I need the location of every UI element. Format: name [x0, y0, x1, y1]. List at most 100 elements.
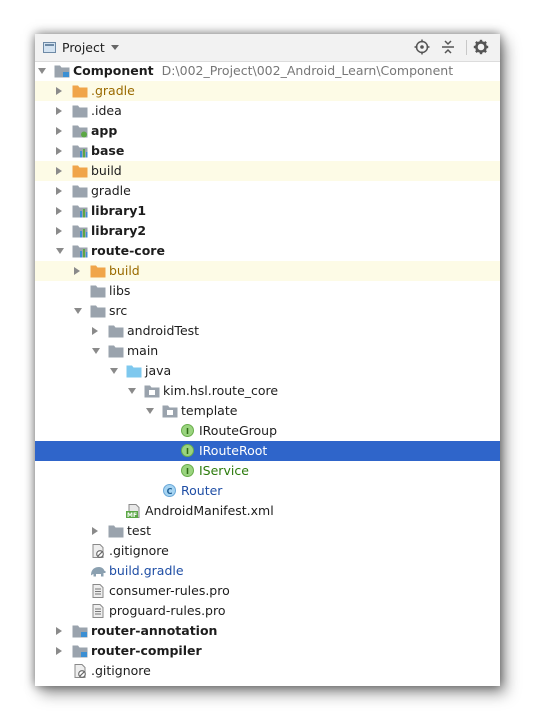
- folder-icon: [90, 305, 106, 318]
- ignore-file-icon: [74, 664, 86, 678]
- module-folder-icon: [72, 625, 88, 638]
- tree-label: consumer-rules.pro: [109, 583, 230, 598]
- tree-row-androidmanifest[interactable]: MF AndroidManifest.xml: [35, 501, 500, 521]
- excluded-folder-icon: [90, 265, 106, 278]
- tree-row-libs[interactable]: libs: [35, 281, 500, 301]
- tree-row-route-core-build[interactable]: build: [35, 261, 500, 281]
- tree-label: IService: [199, 463, 249, 478]
- collapse-icon[interactable]: [440, 39, 456, 55]
- tree-row-component[interactable]: Component D:\002_Project\002_Android_Lear…: [35, 61, 500, 81]
- chevron-right-icon[interactable]: [92, 527, 98, 535]
- tree-label: template: [181, 403, 238, 418]
- tree-row-template[interactable]: template: [35, 401, 500, 421]
- chevron-right-icon[interactable]: [56, 107, 62, 115]
- tree-label: libs: [109, 283, 131, 298]
- tree-label: route-core: [91, 243, 165, 258]
- tree-label: library2: [91, 223, 147, 238]
- tree-label: build: [109, 263, 140, 278]
- tree-row-package[interactable]: kim.hsl.route_core: [35, 381, 500, 401]
- chevron-down-icon[interactable]: [110, 368, 118, 374]
- folder-icon: [72, 185, 88, 198]
- tree-label: app: [91, 123, 118, 138]
- tree-label: library1: [91, 203, 147, 218]
- tree-label: IRouteGroup: [199, 423, 278, 438]
- tree-label: build.gradle: [109, 563, 184, 578]
- tree-label: test: [127, 523, 152, 538]
- chevron-down-icon[interactable]: [92, 348, 100, 354]
- folder-icon: [108, 345, 124, 358]
- project-view-selector[interactable]: Project: [62, 40, 105, 55]
- tree-row-androidtest[interactable]: androidTest: [35, 321, 500, 341]
- manifest-file-icon: MF: [126, 504, 140, 518]
- tree-label: IRouteRoot: [199, 443, 268, 458]
- tree-row-router[interactable]: C Router: [35, 481, 500, 501]
- gradle-elephant-icon: [91, 567, 106, 577]
- tree-row-gradle[interactable]: gradle: [35, 181, 500, 201]
- chevron-right-icon[interactable]: [56, 207, 62, 215]
- tree-row-gitignore[interactable]: .gitignore: [35, 541, 500, 561]
- excluded-folder-icon: [72, 85, 88, 98]
- tree-row-src[interactable]: src: [35, 301, 500, 321]
- tree-label: proguard-rules.pro: [109, 603, 226, 618]
- tree-row-library2[interactable]: library2: [35, 221, 500, 241]
- chevron-right-icon[interactable]: [56, 87, 62, 95]
- tree-row-main[interactable]: main: [35, 341, 500, 361]
- chevron-right-icon[interactable]: [56, 647, 62, 655]
- project-view-icon: [43, 42, 56, 53]
- tree-label: main: [127, 343, 159, 358]
- svg-text:MF: MF: [127, 512, 137, 518]
- interface-icon: I: [181, 464, 194, 477]
- settings-icon[interactable]: [473, 39, 489, 55]
- tree-row-idea[interactable]: .idea: [35, 101, 500, 121]
- chevron-right-icon[interactable]: [56, 187, 62, 195]
- tree-label: .gradle: [91, 83, 135, 98]
- tree-row-router-compiler[interactable]: router-compiler: [35, 641, 500, 661]
- tree-row-base[interactable]: base: [35, 141, 500, 161]
- chevron-down-icon[interactable]: [74, 308, 82, 314]
- chevron-down-icon[interactable]: [111, 45, 119, 50]
- tree-label: .gitignore: [109, 543, 169, 558]
- chevron-right-icon[interactable]: [92, 327, 98, 335]
- tree-row-iroutegroup[interactable]: I IRouteGroup: [35, 421, 500, 441]
- chevron-down-icon[interactable]: [56, 248, 64, 254]
- tree-row-app[interactable]: app: [35, 121, 500, 141]
- tree-label: java: [145, 363, 172, 378]
- tree-row-gradle-cache[interactable]: .gradle: [35, 81, 500, 101]
- tree-label: AndroidManifest.xml: [145, 503, 274, 518]
- chevron-right-icon[interactable]: [56, 127, 62, 135]
- chevron-down-icon[interactable]: [146, 408, 154, 414]
- tree-row-proguard-rules[interactable]: proguard-rules.pro: [35, 601, 500, 621]
- tree-label: Component D:\002_Project\002_Android_Lear…: [73, 63, 454, 78]
- folder-icon: [90, 285, 106, 298]
- tree-label: src: [109, 303, 128, 318]
- folder-icon: [72, 105, 88, 118]
- tree-label: .gitignore: [91, 663, 151, 678]
- library-module-icon: [72, 225, 88, 238]
- chevron-right-icon[interactable]: [56, 167, 62, 175]
- project-tool-window: Project Component D:\002_Project\002_And…: [35, 34, 500, 686]
- tree-row-root-gitignore[interactable]: .gitignore: [35, 661, 500, 681]
- chevron-down-icon[interactable]: [38, 68, 46, 74]
- tree-row-java[interactable]: java: [35, 361, 500, 381]
- tree-label: gradle: [91, 183, 131, 198]
- tree-row-build-gradle[interactable]: build.gradle: [35, 561, 500, 581]
- folder-icon: [108, 325, 124, 338]
- chevron-down-icon[interactable]: [128, 388, 136, 394]
- text-file-icon: [92, 584, 104, 598]
- chevron-right-icon[interactable]: [56, 227, 62, 235]
- chevron-right-icon[interactable]: [56, 147, 62, 155]
- tree-row-iservice[interactable]: I IService: [35, 461, 500, 481]
- tree-row-router-annotation[interactable]: router-annotation: [35, 621, 500, 641]
- chevron-right-icon[interactable]: [74, 267, 80, 275]
- tree-row-consumer-rules[interactable]: consumer-rules.pro: [35, 581, 500, 601]
- tree-label: base: [91, 143, 125, 158]
- tree-row-route-core[interactable]: route-core: [35, 241, 500, 261]
- tree-row-library1[interactable]: library1: [35, 201, 500, 221]
- tree-label: Router: [181, 483, 223, 498]
- locate-icon[interactable]: [414, 39, 430, 55]
- tree-row-irouteroot[interactable]: I IRouteRoot: [35, 441, 500, 461]
- chevron-right-icon[interactable]: [56, 627, 62, 635]
- tree-row-test[interactable]: test: [35, 521, 500, 541]
- tree-row-build[interactable]: build: [35, 161, 500, 181]
- tree-label: kim.hsl.route_core: [163, 383, 279, 398]
